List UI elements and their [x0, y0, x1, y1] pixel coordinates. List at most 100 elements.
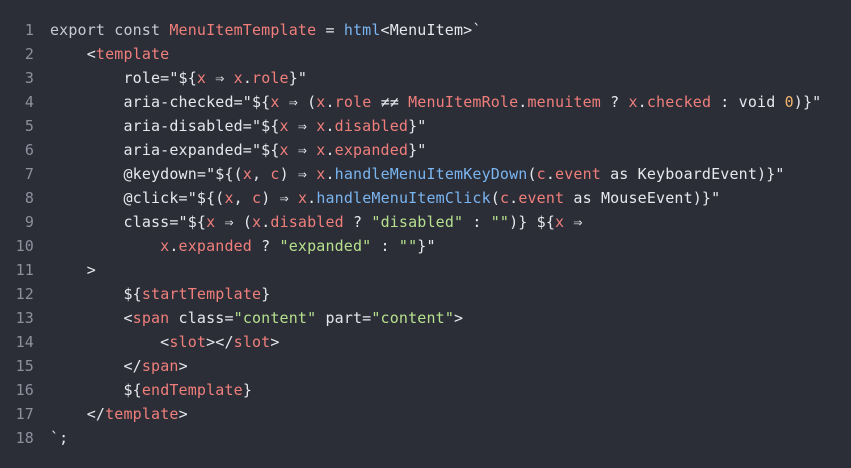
- code-token: .: [325, 93, 335, 111]
- code-token: as MouseEvent)}": [564, 189, 721, 207]
- line-content: @click="${(x, c) ⇒ x.handleMenuItemClick…: [50, 186, 720, 210]
- code-token: :: [371, 237, 399, 255]
- line-number: 14: [15, 333, 34, 351]
- code-token: <: [86, 45, 96, 63]
- code-token: .: [325, 165, 335, 183]
- line-content: <template: [50, 42, 169, 66]
- code-line: 14 <slot></slot>: [0, 330, 851, 354]
- code-token: x: [242, 165, 252, 183]
- code-token: .: [545, 165, 556, 183]
- line-content: aria-disabled="${x ⇒ x.disabled}": [50, 114, 426, 138]
- code-token: role: [334, 93, 372, 111]
- code-token: x: [224, 189, 234, 207]
- code-token: )} ${: [509, 213, 556, 231]
- code-token: part=: [316, 309, 372, 327]
- code-token: @keydown="${(: [123, 165, 243, 183]
- code-line: 5 aria-disabled="${x ⇒ x.disabled}": [0, 114, 851, 138]
- code-line: 2 <template: [0, 42, 851, 66]
- line-content: </span>: [50, 354, 188, 378]
- code-token: (: [527, 165, 537, 183]
- code-token: aria-checked="${: [123, 93, 271, 111]
- line-number: 13: [15, 309, 34, 327]
- code-token: .: [169, 237, 179, 255]
- code-token: "content": [233, 309, 317, 327]
- code-token: .: [637, 93, 647, 111]
- line-number: 9: [24, 213, 34, 231]
- line-number: 18: [15, 429, 34, 447]
- code-token: .: [261, 213, 271, 231]
- code-line: 8 @click="${(x, c) ⇒ x.handleMenuItemCli…: [0, 186, 851, 210]
- code-token: ?: [600, 93, 629, 111]
- code-token: }: [261, 285, 271, 303]
- code-token: .: [509, 189, 519, 207]
- line-number: 11: [15, 261, 34, 279]
- line-number: 15: [15, 357, 34, 375]
- line-content: </template>: [50, 402, 188, 426]
- code-token: x: [628, 93, 638, 111]
- code-token: expanded: [334, 141, 409, 159]
- line-number: 6: [24, 141, 34, 159]
- code-token: export const: [50, 21, 170, 39]
- line-content: aria-expanded="${x ⇒ x.expanded}": [50, 138, 426, 162]
- code-token: class="${: [123, 213, 207, 231]
- code-line: 12 ${startTemplate}: [0, 282, 851, 306]
- line-content: @keydown="${(x, c) ⇒ x.handleMenuItemKey…: [50, 162, 785, 186]
- code-token: role="${: [123, 69, 197, 87]
- line-number: 16: [15, 381, 34, 399]
- code-token: event: [518, 189, 565, 207]
- code-token: >: [178, 357, 188, 375]
- code-token: ≠≠: [371, 93, 409, 111]
- code-token: .: [242, 69, 253, 87]
- code-line: 11 >: [0, 258, 851, 282]
- code-token: }": [417, 237, 436, 255]
- code-token: checked: [646, 93, 712, 111]
- code-editor[interactable]: 1 export const MenuItemTemplate = html<Me…: [0, 0, 851, 468]
- code-token: template: [95, 45, 170, 63]
- code-line: 9 class="${x ⇒ (x.disabled ? "disabled" …: [0, 210, 851, 234]
- code-area[interactable]: 1 export const MenuItemTemplate = html<Me…: [0, 18, 851, 450]
- line-number: 5: [24, 117, 34, 135]
- code-token: event: [555, 165, 601, 183]
- code-token: html: [343, 21, 381, 39]
- line-number: 2: [24, 45, 34, 63]
- line-content: role="${x ⇒ x.role}": [50, 66, 307, 90]
- code-token: x: [252, 213, 262, 231]
- code-token: )}": [793, 93, 822, 111]
- code-token: disabled: [270, 213, 344, 231]
- code-token: ) ⇒: [261, 189, 298, 207]
- code-token: @click="${(: [123, 189, 225, 207]
- code-token: x: [160, 237, 170, 255]
- code-token: </: [86, 405, 106, 423]
- code-token: MenuItemTemplate: [169, 21, 317, 39]
- code-token: ⇒ (: [215, 213, 253, 231]
- code-token: x: [233, 69, 243, 87]
- code-token: ) ⇒: [279, 165, 317, 183]
- code-token: ,: [233, 189, 253, 207]
- code-token: template: [105, 405, 179, 423]
- code-token: menuitem: [527, 93, 601, 111]
- code-token: <: [160, 333, 170, 351]
- line-content: >: [50, 258, 96, 282]
- code-token: ⇒: [288, 117, 317, 135]
- code-token: class=: [169, 309, 234, 327]
- code-token: ⇒: [564, 213, 583, 231]
- code-token: ${: [123, 285, 142, 303]
- code-token: x: [297, 189, 308, 207]
- line-content: `;: [50, 426, 68, 450]
- line-content: <slot></slot>: [50, 330, 280, 354]
- code-line: 3 role="${x ⇒ x.role}": [0, 66, 851, 90]
- code-token: disabled: [334, 117, 409, 135]
- code-token: >: [86, 261, 96, 279]
- code-token: expanded: [178, 237, 252, 255]
- line-number: 10: [15, 237, 34, 255]
- code-token: span: [132, 309, 170, 327]
- code-token: ⇒: [288, 141, 317, 159]
- line-content: x.expanded ? "expanded" : ""}": [50, 234, 436, 258]
- code-token: <: [123, 309, 133, 327]
